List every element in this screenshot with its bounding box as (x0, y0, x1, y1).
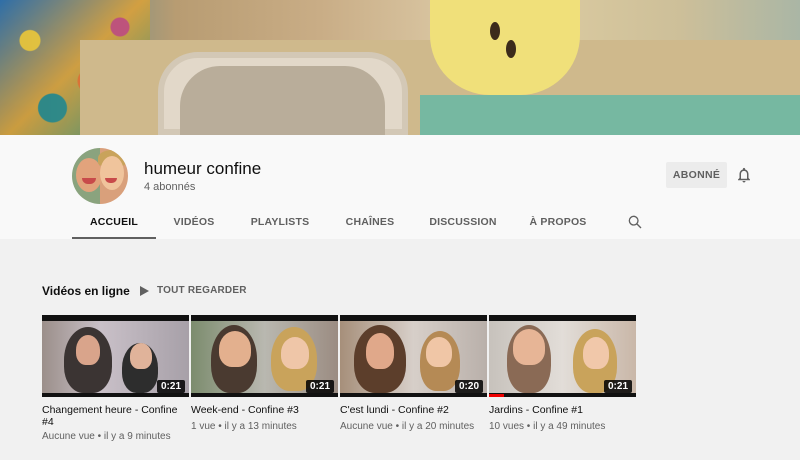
search-icon[interactable] (627, 214, 643, 230)
video-views: Aucune vue (340, 421, 393, 432)
avatar-face (100, 156, 124, 190)
channel-header: humeur confine 4 abonnés ABONNÉ ACCUEIL … (0, 135, 800, 239)
video-meta: 1 vue • il y a 13 minutes (191, 421, 297, 432)
channel-avatar[interactable] (72, 148, 128, 204)
person-face (130, 343, 152, 369)
video-meta: Aucune vue • il y a 9 minutes (42, 431, 171, 442)
play-all-label: TOUT REGARDER (157, 285, 247, 296)
channel-banner (0, 0, 800, 135)
person-face (281, 337, 309, 369)
person-face (219, 331, 251, 367)
video-duration: 0:21 (305, 380, 334, 393)
tab-videos[interactable]: VIDÉOS (156, 212, 232, 239)
watch-progress-bar (489, 394, 504, 397)
video-title[interactable]: Week-end - Confine #3 (191, 404, 338, 416)
subscriber-count: 4 abonnés (144, 181, 196, 193)
apple-seed (506, 40, 516, 58)
bell-icon[interactable] (735, 166, 753, 184)
play-all-button[interactable]: TOUT REGARDER (139, 285, 247, 296)
video-title[interactable]: Jardins - Confine #1 (489, 404, 636, 416)
person-face (513, 329, 545, 365)
tab-playlists[interactable]: PLAYLISTS (232, 212, 328, 239)
person-face (366, 333, 394, 369)
video-meta: Aucune vue • il y a 20 minutes (340, 421, 475, 432)
tab-a-propos[interactable]: À PROPOS (514, 212, 602, 239)
video-duration: 0:21 (156, 380, 185, 393)
channel-tabs: ACCUEIL VIDÉOS PLAYLISTS CHAÎNES DISCUSS… (72, 212, 602, 239)
banner-cup-inner (180, 66, 385, 135)
video-views: 10 vues (489, 421, 525, 432)
person-face (583, 337, 609, 369)
video-views: 1 vue (191, 421, 216, 432)
video-thumbnail[interactable]: 0:21 (191, 315, 338, 397)
video-title[interactable]: C'est lundi - Confine #2 (340, 404, 487, 416)
banner-cloth (420, 95, 800, 135)
video-duration: 0:20 (454, 380, 483, 393)
shelf-title: Vidéos en ligne (42, 284, 130, 298)
subscribe-button[interactable]: ABONNÉ (666, 162, 727, 188)
play-icon (140, 285, 149, 296)
video-thumbnail[interactable]: 0:20 (340, 315, 487, 397)
video-age: il y a 13 minutes (224, 421, 297, 432)
tab-accueil[interactable]: ACCUEIL (72, 212, 156, 239)
tab-discussion[interactable]: DISCUSSION (412, 212, 514, 239)
channel-name: humeur confine (144, 159, 262, 178)
banner-apple (430, 0, 580, 95)
tab-chaines[interactable]: CHAÎNES (328, 212, 412, 239)
apple-seed (490, 22, 500, 40)
video-thumbnail[interactable]: 0:21 (42, 315, 189, 397)
video-thumbnail[interactable]: 0:21 (489, 315, 636, 397)
video-title[interactable]: Changement heure - Confine #4 (42, 404, 189, 428)
video-age: il y a 49 minutes (533, 421, 606, 432)
video-age: il y a 20 minutes (401, 421, 475, 432)
video-meta: 10 vues • il y a 49 minutes (489, 421, 606, 432)
video-age: il y a 9 minutes (103, 431, 171, 442)
person-face (426, 337, 452, 367)
video-views: Aucune vue (42, 431, 95, 442)
video-duration: 0:21 (603, 380, 632, 393)
person-face (76, 335, 100, 365)
